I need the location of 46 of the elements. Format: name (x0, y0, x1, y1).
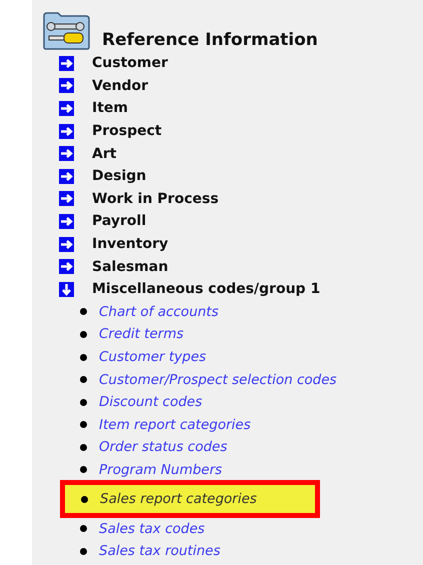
menu-item[interactable]: Inventory (92, 236, 168, 252)
down-arrow-icon[interactable] (59, 282, 74, 297)
right-arrow-icon[interactable] (59, 100, 74, 116)
submenu-link[interactable]: Credit terms (99, 326, 184, 342)
bullet-icon (80, 354, 87, 361)
right-arrow-icon[interactable] (59, 259, 74, 274)
bullet-icon (81, 496, 88, 503)
menu-item[interactable]: Item (92, 100, 128, 116)
bullet-icon (80, 376, 87, 384)
submenu-link[interactable]: Item report categories (99, 416, 251, 433)
submenu-link[interactable]: Sales report categories (100, 491, 257, 508)
section-title: Reference Information (102, 30, 318, 50)
menu-item[interactable]: Miscellaneous codes/group 1 (92, 281, 320, 298)
bullet-icon (80, 444, 87, 451)
menu-item[interactable]: Prospect (92, 123, 162, 140)
bullet-icon (80, 525, 87, 532)
menu-item[interactable]: Vendor (92, 78, 148, 94)
submenu-link[interactable]: Discount codes (99, 394, 202, 410)
submenu-link[interactable]: Customer types (99, 349, 206, 366)
bullet-icon (80, 421, 87, 428)
submenu-link[interactable]: Sales tax codes (99, 520, 205, 537)
right-arrow-icon[interactable] (59, 236, 74, 252)
bullet-icon (80, 308, 87, 316)
right-arrow-icon[interactable] (59, 191, 74, 206)
menu-item[interactable]: Art (92, 146, 116, 162)
right-arrow-icon[interactable] (59, 78, 74, 94)
submenu-link[interactable]: Customer/Prospect selection codes (99, 372, 337, 388)
menu-item[interactable]: Design (92, 168, 146, 184)
bullet-icon (80, 398, 87, 406)
submenu-link[interactable]: Order status codes (99, 439, 228, 456)
bullet-icon (80, 466, 87, 474)
menu-item[interactable]: Customer (92, 55, 168, 72)
menu-item[interactable]: Payroll (92, 213, 146, 230)
right-arrow-icon[interactable] (59, 56, 74, 71)
tools-folder-icon (42, 12, 90, 50)
menu-item[interactable]: Salesman (92, 258, 168, 275)
right-arrow-icon[interactable] (59, 168, 74, 184)
menu-item[interactable]: Work in Process (92, 190, 219, 207)
bullet-icon (80, 330, 87, 338)
bullet-icon (80, 548, 87, 555)
submenu-link[interactable]: Chart of accounts (99, 304, 219, 320)
submenu-link[interactable]: Sales tax routines (99, 543, 220, 560)
submenu-link[interactable]: Program Numbers (99, 462, 222, 478)
right-arrow-icon[interactable] (59, 124, 74, 139)
right-arrow-icon[interactable] (59, 146, 74, 162)
right-arrow-icon[interactable] (59, 214, 74, 229)
